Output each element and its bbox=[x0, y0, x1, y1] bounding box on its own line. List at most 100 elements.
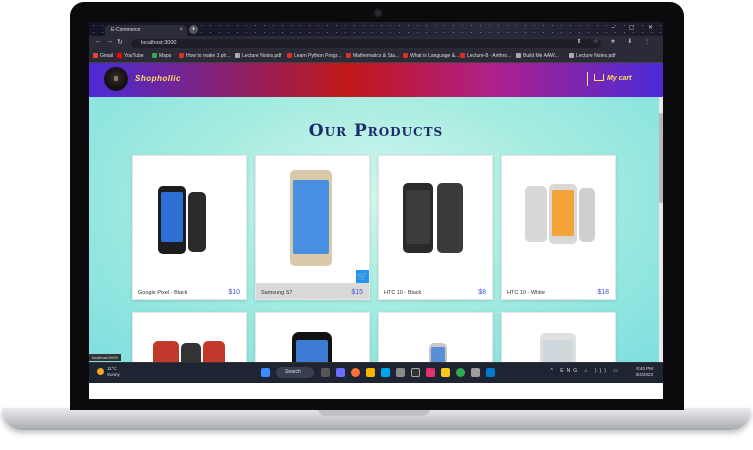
bookmark-item[interactable]: YouTube bbox=[117, 52, 144, 60]
product-card[interactable]: 🛒 Samsung S7 $15 bbox=[255, 155, 370, 300]
bookmark-icon bbox=[460, 53, 465, 59]
file-explorer-icon[interactable] bbox=[366, 368, 375, 377]
media-icon[interactable] bbox=[411, 368, 420, 377]
bookmark-icon bbox=[152, 53, 157, 59]
taskbar-search[interactable]: Search bbox=[276, 367, 314, 378]
sticky-notes-icon[interactable] bbox=[441, 368, 450, 377]
brand-name[interactable]: Shophollic bbox=[135, 74, 181, 83]
product-card[interactable]: Google Pixel - Black $10 bbox=[132, 155, 247, 300]
vscode-icon[interactable] bbox=[486, 368, 495, 377]
product-price: $10 bbox=[228, 289, 240, 296]
app-icon[interactable] bbox=[471, 368, 480, 377]
forward-icon[interactable]: → bbox=[106, 38, 113, 45]
product-card[interactable] bbox=[132, 312, 247, 362]
product-name: Google Pixel - Black bbox=[138, 290, 188, 296]
bookmark-item[interactable]: Lecture Notes.pdf bbox=[569, 52, 615, 60]
product-footer: Google Pixel - Black $10 bbox=[133, 283, 246, 299]
scrollbar-thumb[interactable] bbox=[659, 113, 663, 203]
bookmark-icon bbox=[569, 53, 574, 59]
phone-back bbox=[188, 192, 206, 252]
browser-tab-strip: E-Commerce × + – ▢ ✕ bbox=[89, 22, 663, 36]
bookmark-icon bbox=[235, 53, 240, 59]
tab-title: E-Commerce bbox=[111, 27, 141, 33]
start-icon[interactable] bbox=[261, 368, 270, 377]
my-cart-button[interactable]: My cart bbox=[587, 72, 657, 86]
weather-condition: Sunny bbox=[107, 372, 120, 377]
product-name: HTC 10 - White bbox=[507, 290, 545, 296]
address-bar-icons[interactable]: ⬆ ☆ ★ ⬇ ⋮ bbox=[577, 38, 655, 45]
site-logo[interactable] bbox=[105, 68, 127, 90]
phone-back bbox=[203, 341, 225, 362]
product-name: Samsung S7 bbox=[261, 290, 293, 296]
chat-icon[interactable] bbox=[336, 368, 345, 377]
cart-icon bbox=[594, 74, 604, 81]
system-tray[interactable]: ^ ENG ⌂ ))) ▭ bbox=[551, 368, 621, 374]
page-title: Our Products bbox=[308, 121, 444, 141]
firefox-icon[interactable] bbox=[351, 368, 360, 377]
bookmark-icon bbox=[346, 53, 351, 59]
bookmark-item[interactable]: Maps bbox=[152, 52, 171, 60]
product-price: $15 bbox=[351, 289, 363, 296]
task-view-icon[interactable] bbox=[321, 368, 330, 377]
phone-screen bbox=[296, 340, 328, 362]
bookmark-item[interactable]: Gmail bbox=[93, 52, 113, 60]
site-navbar: Shophollic My cart bbox=[89, 63, 663, 97]
product-footer: HTC 10 - White $18 bbox=[502, 283, 615, 299]
bookmark-item[interactable]: Mathematics & Sta... bbox=[346, 52, 399, 60]
bookmark-item[interactable]: What is Language &... bbox=[403, 52, 459, 60]
phone-back bbox=[437, 183, 463, 253]
url-input[interactable]: localhost:3000 bbox=[131, 39, 601, 48]
product-footer: HTC 10 - Black $8 bbox=[379, 283, 492, 299]
product-price: $8 bbox=[478, 289, 486, 296]
weather-widget[interactable]: 11°C Sunny bbox=[107, 366, 120, 378]
product-card[interactable] bbox=[501, 312, 616, 362]
phone-screen bbox=[161, 192, 183, 242]
phone-screen bbox=[431, 347, 445, 362]
bookmark-icon bbox=[93, 53, 98, 59]
phone-screen bbox=[406, 190, 430, 244]
product-name: HTC 10 - Black bbox=[384, 290, 422, 296]
phone-side bbox=[579, 188, 595, 242]
phone-screen bbox=[181, 343, 201, 362]
weather-icon[interactable] bbox=[97, 368, 104, 375]
phone-screen bbox=[293, 180, 329, 254]
back-icon[interactable]: ← bbox=[95, 38, 102, 45]
new-tab-button[interactable]: + bbox=[189, 25, 198, 34]
windows-taskbar: 11°C Sunny Search ^ ENG ⌂ ))) ▭ 9:40 PM … bbox=[89, 362, 663, 383]
phone-screen bbox=[543, 340, 573, 362]
reload-icon[interactable]: ↻ bbox=[117, 38, 123, 46]
product-card[interactable] bbox=[255, 312, 370, 362]
webcam bbox=[375, 10, 381, 16]
address-bar-row: ← → ↻ localhost:3000 ⬆ ☆ ★ ⬇ ⋮ bbox=[89, 36, 663, 50]
bookmark-item[interactable]: Lecture-8 - Anthro... bbox=[460, 52, 511, 60]
app-icon[interactable] bbox=[396, 368, 405, 377]
taskbar-clock[interactable]: 9:40 PM 3/4/2023 bbox=[635, 366, 653, 378]
product-image bbox=[525, 186, 547, 242]
chrome-icon[interactable] bbox=[456, 368, 465, 377]
bookmark-icon bbox=[287, 53, 292, 59]
bookmark-icon bbox=[516, 53, 521, 59]
bookmark-item[interactable]: How to make 3 ph... bbox=[179, 52, 230, 60]
instagram-icon[interactable] bbox=[426, 368, 435, 377]
cart-label: My cart bbox=[607, 75, 632, 82]
product-price: $18 bbox=[597, 289, 609, 296]
web-page: Shophollic My cart Our Products Google P… bbox=[89, 63, 663, 362]
browser-tab[interactable]: E-Commerce × bbox=[105, 25, 187, 36]
tab-close-icon[interactable]: × bbox=[179, 25, 183, 36]
bookmark-icon bbox=[403, 53, 408, 59]
bookmark-item[interactable]: Learn Python Progr... bbox=[287, 52, 341, 60]
product-card[interactable]: HTC 10 - White $18 bbox=[501, 155, 616, 300]
bookmark-icon bbox=[179, 53, 184, 59]
product-card[interactable] bbox=[378, 312, 493, 362]
bookmark-item[interactable]: Build Me AAW... bbox=[516, 52, 559, 60]
screen: E-Commerce × + – ▢ ✕ ← → ↻ localhost:300… bbox=[89, 22, 663, 399]
window-controls[interactable]: – ▢ ✕ bbox=[612, 24, 659, 31]
clock-date: 3/4/2023 bbox=[635, 372, 653, 377]
phone-screen bbox=[552, 190, 574, 236]
product-image bbox=[153, 341, 179, 362]
product-card[interactable]: HTC 10 - Black $8 bbox=[378, 155, 493, 300]
bookmark-item[interactable]: Lecture Notes.pdf bbox=[235, 52, 281, 60]
bookmarks-bar: Gmail YouTube Maps How to make 3 ph... L… bbox=[89, 50, 663, 63]
add-to-cart-button[interactable]: 🛒 bbox=[356, 270, 369, 283]
store-icon[interactable] bbox=[381, 368, 390, 377]
